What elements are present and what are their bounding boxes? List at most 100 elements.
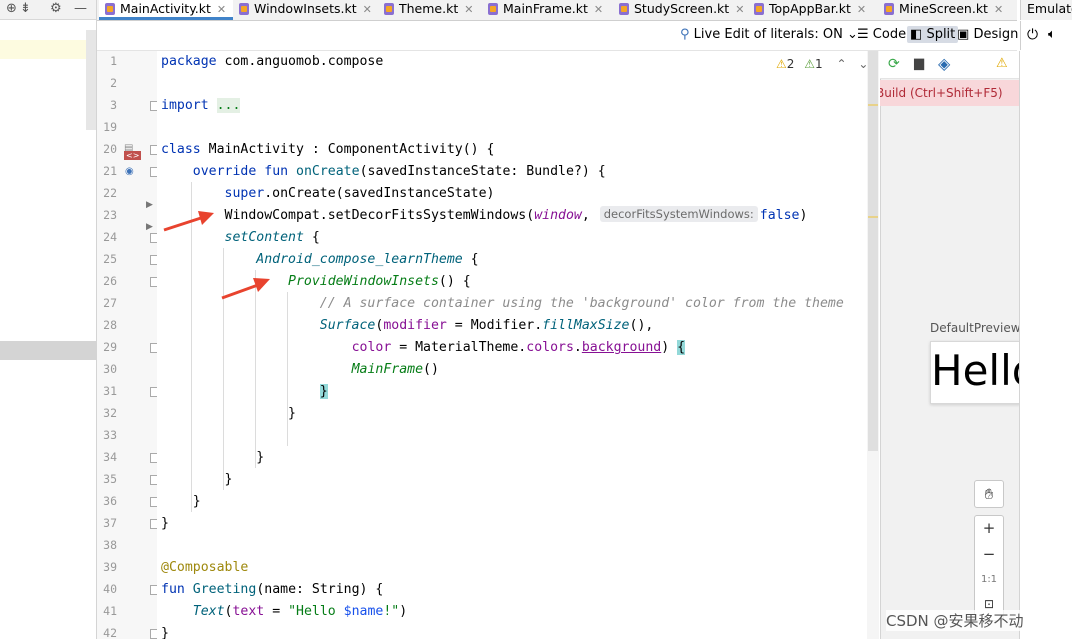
tab-windowinsets[interactable]: WindowInsets.kt ✕ — [233, 0, 372, 20]
code-line-28: Surface(modifier = Modifier.fillMaxSize(… — [319, 318, 654, 333]
project-row-selected[interactable] — [0, 341, 96, 360]
close-icon[interactable]: ✕ — [735, 3, 744, 16]
tab-label: Theme.kt — [399, 1, 459, 16]
run-gutter-icon[interactable]: ▶ — [146, 200, 153, 210]
close-icon[interactable]: ✕ — [994, 3, 1003, 16]
line-number: 1 — [110, 54, 117, 68]
live-edit-label: Live Edit of literals: ON — [693, 27, 843, 42]
code-line-26: ProvideWindowInsets() { — [288, 274, 471, 289]
project-panel — [0, 0, 97, 639]
line-number: 42 — [103, 626, 117, 640]
line-number: 27 — [103, 296, 117, 310]
zoom-controls: + − 1:1 ⊡ — [974, 515, 1004, 621]
tab-theme[interactable]: Theme.kt ✕ — [378, 0, 482, 20]
live-edit-toggle[interactable]: ⚲ Live Edit of literals: ON ⌄ — [680, 27, 858, 42]
code-line-36: } — [192, 494, 201, 509]
line-number: 31 — [103, 384, 117, 398]
project-row-highlight[interactable] — [0, 40, 90, 59]
tab-minescreen[interactable]: MineScreen.kt ✕ — [878, 0, 1009, 20]
line-number: 21 — [103, 164, 117, 178]
folded-imports[interactable]: ... — [216, 98, 241, 113]
editor-toolbar: ⚲ Live Edit of literals: ON ⌄ ☰ Code ◧ S… — [97, 21, 1018, 51]
kotlin-file-icon — [488, 3, 498, 15]
line-number: 32 — [103, 406, 117, 420]
close-icon[interactable]: ✕ — [217, 3, 226, 16]
preview-title: DefaultPreview — [930, 321, 1021, 335]
preview-render[interactable]: Hello — [930, 341, 1021, 404]
component-tree-icon[interactable]: ▆ — [914, 56, 924, 71]
code-editor[interactable]: package com.anguomob.compose import ... … — [157, 51, 867, 639]
close-icon[interactable]: ✕ — [594, 3, 603, 16]
design-view-icon: ▣ — [957, 27, 970, 42]
refresh-icon[interactable]: ⟳ — [888, 56, 900, 72]
code-line-40: fun Greeting(name: String) { — [161, 582, 384, 597]
tab-mainactivity[interactable]: MainActivity.kt ✕ — [99, 0, 233, 20]
line-number: 38 — [103, 538, 117, 552]
emulator-tool-tab[interactable]: Emulator — [1020, 0, 1072, 20]
code-line-29: color = MaterialTheme.colors.background)… — [351, 340, 686, 355]
scroll-marker[interactable] — [868, 104, 878, 106]
zoom-reset-button[interactable]: 1:1 — [975, 568, 1003, 594]
project-scrollbar[interactable] — [86, 30, 96, 130]
code-line-23: WindowCompat.setDecorFitsSystemWindows(w… — [224, 206, 808, 223]
chevron-up-icon[interactable]: ⌃ — [836, 57, 846, 71]
android-manifest-icon[interactable]: <> — [124, 151, 142, 160]
layers-icon[interactable]: ◈ — [938, 54, 950, 73]
code-line-39: @Composable — [161, 560, 249, 575]
line-number: 35 — [103, 472, 117, 486]
warning-count: 2 — [786, 57, 795, 71]
line-number: 36 — [103, 494, 117, 508]
watermark: CSDN @安果移不动 — [886, 610, 1024, 631]
override-icon[interactable]: ◉ — [125, 166, 134, 177]
zoom-in-button[interactable]: + — [975, 516, 1003, 542]
tab-label: MineScreen.kt — [899, 1, 988, 16]
power-icon[interactable]: ⏻ — [1027, 27, 1038, 43]
editor-scrollbar-thumb[interactable] — [868, 51, 878, 451]
inspection-widget[interactable]: ⚠2 ⚠1 ⌃ ⌄ — [776, 57, 868, 71]
close-icon[interactable]: ✕ — [363, 3, 372, 16]
parameter-hint: decorFitsSystemWindows: — [599, 206, 758, 222]
collapse-icon[interactable]: ⇟ — [20, 1, 31, 16]
split-view-button[interactable]: ◧ Split — [907, 26, 959, 43]
code-line-25: Android_compose_learnTheme { — [256, 252, 479, 267]
line-number: 34 — [103, 450, 117, 464]
gear-icon[interactable]: ⚙ — [50, 1, 62, 16]
pan-tool-button[interactable]: ✋︎ — [974, 480, 1004, 508]
minimize-icon[interactable]: — — [74, 1, 87, 16]
line-number: 33 — [103, 428, 117, 442]
build-refresh-banner[interactable]: Build (Ctrl+Shift+F5) — [880, 80, 1019, 106]
weak-warning-count: 1 — [815, 57, 823, 71]
kotlin-file-icon — [754, 3, 764, 15]
line-number: 3 — [110, 98, 117, 112]
live-edit-icon: ⚲ — [680, 27, 690, 42]
close-icon[interactable]: ✕ — [464, 3, 473, 16]
line-number: 19 — [103, 120, 117, 134]
code-label: Code — [872, 27, 907, 42]
line-number: 41 — [103, 604, 117, 618]
volume-icon[interactable]: 🔈︎ — [1048, 27, 1056, 42]
run-gutter-icon[interactable]: ▶ — [146, 222, 153, 232]
emulator-panel — [1019, 51, 1072, 639]
close-icon[interactable]: ✕ — [857, 3, 866, 16]
line-number: 30 — [103, 362, 117, 376]
warning-icon[interactable]: ⚠ — [996, 56, 1008, 71]
annotation-arrow — [163, 211, 214, 232]
tab-label: MainActivity.kt — [120, 1, 211, 16]
tab-topappbar[interactable]: TopAppBar.kt ✕ — [748, 0, 884, 20]
tab-label: WindowInsets.kt — [254, 1, 357, 16]
emulator-toolbar: ⏻ 🔈︎ — [1020, 21, 1072, 50]
zoom-out-button[interactable]: − — [975, 542, 1003, 568]
design-view-button[interactable]: ▣ Design — [957, 27, 1018, 42]
preview-hello-text: Hello — [931, 346, 1020, 395]
split-label: Split — [926, 27, 956, 42]
globe-icon[interactable]: ⊕ — [6, 1, 17, 16]
kotlin-file-icon — [884, 3, 894, 15]
tab-mainframe[interactable]: MainFrame.kt ✕ — [482, 0, 611, 20]
line-number: 22 — [103, 186, 117, 200]
tab-label: TopAppBar.kt — [769, 1, 851, 16]
tab-studyscreen[interactable]: StudyScreen.kt ✕ — [613, 0, 749, 20]
line-number: 28 — [103, 318, 117, 332]
line-number: 40 — [103, 582, 117, 596]
code-view-button[interactable]: ☰ Code — [857, 27, 906, 42]
scroll-marker[interactable] — [868, 216, 878, 218]
